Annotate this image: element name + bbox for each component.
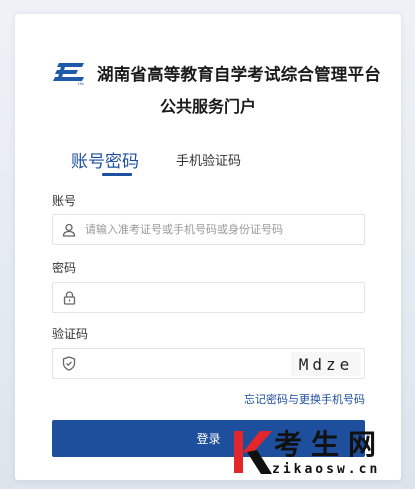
- shield-check-icon: [53, 349, 85, 378]
- brand-header: HN 湖南省高等教育自学考试综合管理平台: [53, 58, 383, 88]
- watermark-brand-url: zikaosw.cn: [272, 462, 381, 477]
- exam-authority-logo: HN: [53, 63, 84, 86]
- portal-subtitle: 公共服务门户: [159, 97, 256, 116]
- login-card: HN 湖南省高等教育自学考试综合管理平台 公共服务门户 账号密码 手机验证码 账…: [15, 14, 401, 480]
- captcha-field: Mdze: [52, 348, 365, 379]
- logo-lettering: HN: [78, 81, 84, 86]
- captcha-label: 验证码: [52, 327, 89, 341]
- user-icon: [53, 215, 85, 244]
- site-title: 湖南省高等教育自学考试综合管理平台: [97, 65, 381, 84]
- watermark-brand-cn: 考生网: [274, 428, 386, 461]
- active-tab-indicator: [102, 173, 132, 176]
- tab-sms-code[interactable]: 手机验证码: [176, 150, 241, 169]
- site-watermark: 考生网 zikaosw.cn: [230, 428, 413, 486]
- captcha-image[interactable]: Mdze: [291, 352, 361, 376]
- forgot-password-link[interactable]: 忘记密码与更换手机号码: [244, 391, 365, 407]
- lock-icon: [53, 283, 85, 312]
- password-input[interactable]: [85, 283, 364, 312]
- password-field: [52, 282, 365, 313]
- tab-account-password[interactable]: 账号密码: [71, 147, 139, 172]
- password-label: 密码: [52, 261, 77, 275]
- account-label: 账号: [52, 194, 77, 208]
- account-input[interactable]: [85, 215, 364, 244]
- account-field: [52, 214, 365, 245]
- k-logo-icon: [234, 431, 272, 474]
